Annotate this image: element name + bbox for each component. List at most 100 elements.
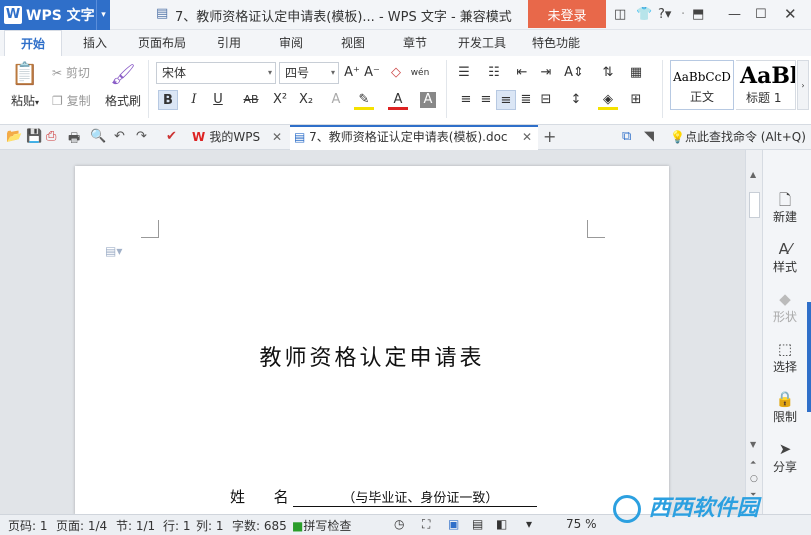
sort-icon[interactable]: ⇅ <box>598 63 618 83</box>
undo-icon[interactable]: ↶ <box>114 129 125 144</box>
app-menu-chevron-icon[interactable]: ▾ <box>96 0 110 30</box>
shirt-icon[interactable]: 👕 <box>636 7 652 22</box>
revision-icon[interactable]: ◷ <box>394 517 404 531</box>
print-icon[interactable]: 🖶 <box>68 129 80 151</box>
shrink-font-icon[interactable]: A⁻ <box>362 63 382 83</box>
help-icon[interactable]: ?▾ <box>658 7 671 22</box>
tab-section[interactable]: 章节 <box>392 30 438 56</box>
strikethrough-icon[interactable]: AB <box>238 90 264 110</box>
web-view-icon[interactable]: ◧ <box>496 517 507 531</box>
format-painter-button[interactable]: 🖌 格式刷 <box>104 62 142 109</box>
tab-home[interactable]: 开始 <box>4 30 62 56</box>
tab-document[interactable]: ▤ 7、教师资格证认定申请表(模板).doc ✕ <box>290 125 538 150</box>
redo-icon[interactable]: ↷ <box>136 129 147 144</box>
phonetic-guide-icon[interactable]: wén <box>410 63 430 83</box>
borders-icon[interactable]: ▦ <box>626 63 646 83</box>
tab-view[interactable]: 视图 <box>330 30 376 56</box>
zoom-level[interactable]: 75 % <box>566 517 597 531</box>
maximize-icon[interactable]: ☐ <box>755 7 767 22</box>
status-page[interactable]: 页面: 1/4 <box>56 517 107 534</box>
tab-menu-icon[interactable]: ◥ <box>644 129 654 144</box>
tab-review[interactable]: 审阅 <box>268 30 314 56</box>
copy-button[interactable]: ❐ 复制 <box>52 92 91 109</box>
close-icon[interactable]: ✕ <box>784 5 797 23</box>
status-page-code[interactable]: 页码: 1 <box>8 517 48 534</box>
close-tab-icon[interactable]: ✕ <box>522 127 532 148</box>
vertical-scrollbar[interactable]: ▲ ▼ ⏶ ○ ⏷ <box>745 150 762 514</box>
style-heading-1[interactable]: AaBl 标题 1 <box>736 60 796 110</box>
save-icon[interactable]: 💾 <box>26 129 42 144</box>
tab-special-features[interactable]: 特色功能 <box>526 30 586 56</box>
export-pdf-icon[interactable]: ⎙ <box>46 129 56 144</box>
line-spacing-icon[interactable]: ↕ <box>566 90 586 110</box>
border-lines-icon[interactable]: ⊞ <box>626 90 646 110</box>
document-page[interactable]: ▤▾ 教师资格认定申请表 姓 名 （与毕业证、身份证一致） <box>75 166 669 515</box>
text-effect-icon[interactable]: A <box>326 90 346 110</box>
scroll-down-icon[interactable]: ▼ <box>750 440 756 449</box>
more-quick-access-icon[interactable]: ✔ <box>166 129 177 144</box>
open-folder-icon[interactable]: 📂 <box>6 129 22 144</box>
paragraph-layout-icon[interactable]: ▤▾ <box>105 244 122 258</box>
panel-shape[interactable]: ◆ 形状 <box>763 290 807 325</box>
chinese-layout-icon[interactable]: A⇕ <box>564 63 584 83</box>
tab-list-icon[interactable]: ⧉ <box>622 129 631 144</box>
new-tab-icon[interactable]: + <box>543 127 556 146</box>
print-preview-icon[interactable]: 🔍 <box>90 129 106 144</box>
cut-button[interactable]: ✂ 剪切 <box>52 64 90 81</box>
style-heading-label: 标题 1 <box>746 91 782 105</box>
panel-new[interactable]: 🗋 新建 <box>763 190 807 225</box>
skin-icon[interactable]: ◫ <box>614 7 626 22</box>
decrease-indent-icon[interactable]: ⇤ <box>512 63 532 83</box>
paste-button[interactable]: 📋 粘贴▾ <box>8 62 42 109</box>
command-search[interactable]: 💡点此查找命令 (Alt+Q) <box>670 125 806 150</box>
page-view-icon[interactable]: ▣ <box>448 517 459 531</box>
bullets-icon[interactable]: ☰ <box>454 63 474 83</box>
char-shading-icon[interactable]: A <box>420 92 436 108</box>
panel-collapse-handle[interactable] <box>807 302 811 412</box>
bold-button[interactable]: B <box>158 90 178 110</box>
justify-icon[interactable]: ≣ <box>516 90 536 110</box>
tab-page-layout[interactable]: 页面布局 <box>132 30 192 56</box>
close-tab-icon[interactable]: ✕ <box>272 125 282 150</box>
underline-button[interactable]: U <box>208 90 228 110</box>
status-word-count[interactable]: 字数: 685 <box>232 517 287 534</box>
prev-page-icon[interactable]: ⏶ <box>750 458 756 468</box>
app-menu-button[interactable]: W WPS 文字 ▾ <box>0 0 110 30</box>
font-size-select[interactable]: 四号 ▾ <box>279 62 339 84</box>
clear-format-icon[interactable]: ◇ <box>386 63 406 83</box>
shading-icon[interactable]: ◈ <box>598 90 618 110</box>
font-color-icon[interactable]: A <box>388 90 408 110</box>
subscript-icon[interactable]: X₂ <box>296 90 316 110</box>
distributed-align-icon[interactable]: ⊟ <box>536 90 556 110</box>
align-center-icon[interactable]: ≡ <box>476 90 496 110</box>
login-button[interactable]: 未登录 <box>528 0 606 28</box>
scroll-thumb[interactable] <box>749 192 760 218</box>
align-right-icon[interactable]: ≡ <box>496 90 516 110</box>
highlight-icon[interactable]: ✎ <box>354 90 374 110</box>
fullscreen-icon[interactable]: ⛶ <box>422 517 430 532</box>
outline-view-icon[interactable]: ▤ <box>472 517 483 531</box>
grow-font-icon[interactable]: A⁺ <box>342 63 362 83</box>
panel-style[interactable]: A⁄ 样式 <box>763 240 807 275</box>
tab-insert[interactable]: 插入 <box>72 30 118 56</box>
panel-share[interactable]: ➤ 分享 <box>763 440 807 475</box>
italic-button[interactable]: I <box>184 90 204 110</box>
restore-window-icon[interactable]: ⬒ <box>692 7 704 22</box>
style-normal[interactable]: AaBbCcD 正文 <box>670 60 734 110</box>
panel-restrict[interactable]: 🔒 限制 <box>763 390 807 425</box>
scroll-up-icon[interactable]: ▲ <box>750 170 756 179</box>
increase-indent-icon[interactable]: ⇥ <box>536 63 556 83</box>
numbering-icon[interactable]: ☷ <box>484 63 504 83</box>
tab-developer[interactable]: 开发工具 <box>452 30 512 56</box>
select-browse-object-icon[interactable]: ○ <box>750 474 758 484</box>
font-name-select[interactable]: 宋体 ▾ <box>156 62 276 84</box>
minimize-icon[interactable]: — <box>728 7 741 22</box>
spell-check-toggle[interactable]: ■拼写检查 <box>292 517 351 534</box>
align-left-icon[interactable]: ≡ <box>456 90 476 110</box>
panel-select[interactable]: ⬚ 选择 <box>763 340 807 375</box>
tab-references[interactable]: 引用 <box>206 30 252 56</box>
tab-my-wps[interactable]: W 我的WPS ✕ <box>188 125 286 150</box>
superscript-icon[interactable]: X² <box>270 90 290 110</box>
styles-scroll-arrow-icon[interactable]: › <box>797 60 809 110</box>
reading-view-icon[interactable]: ▾ <box>526 517 532 531</box>
